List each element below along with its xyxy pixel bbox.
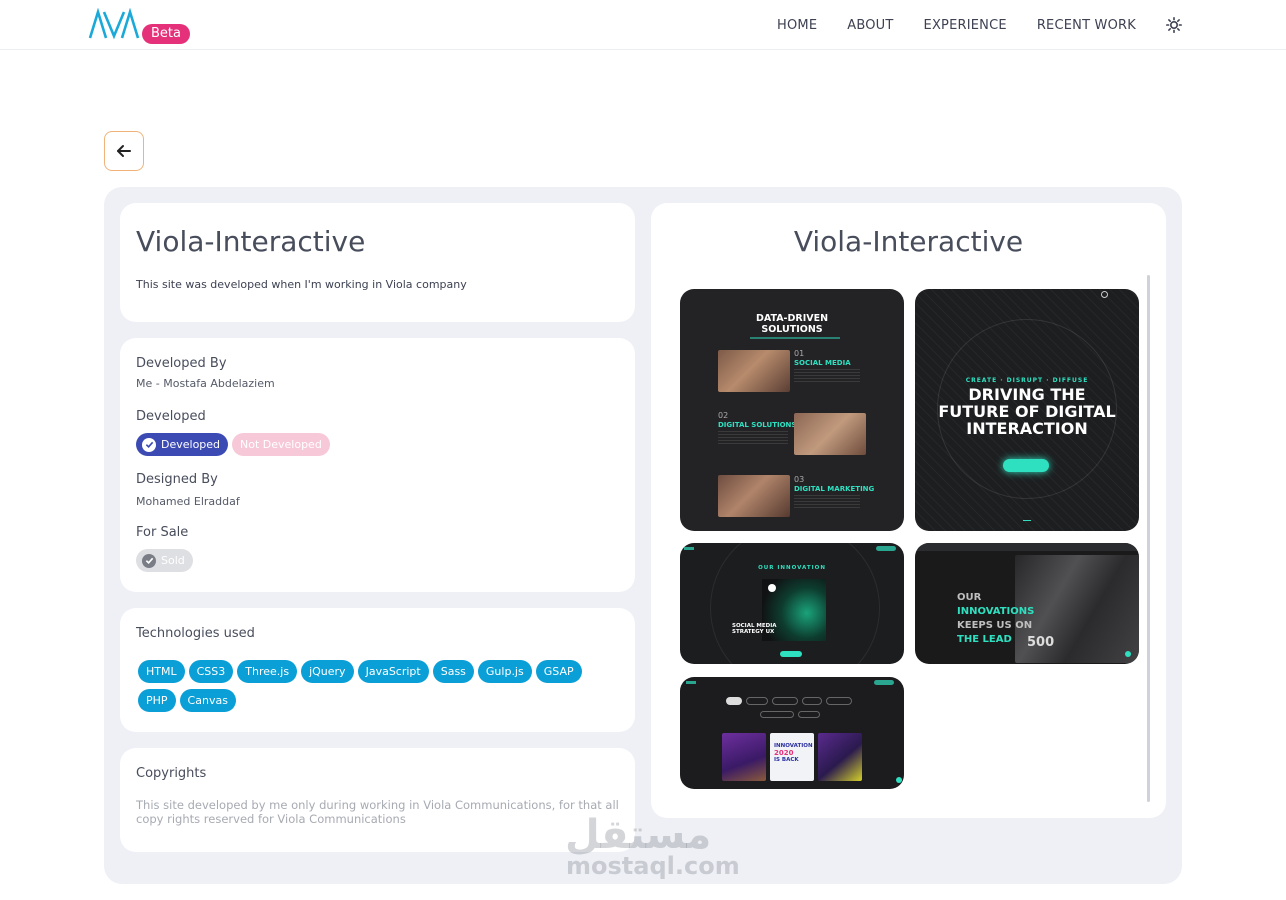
- back-button[interactable]: [104, 131, 144, 171]
- shot4-line4: THE LEAD: [957, 634, 1012, 645]
- copyrights-text: This site developed by me only during wo…: [136, 798, 619, 826]
- shot1-num-3: 03: [794, 475, 805, 484]
- sun-icon[interactable]: [1166, 17, 1182, 33]
- tech-tag[interactable]: HTML: [138, 660, 185, 683]
- screenshot-thumbnail-1[interactable]: DATA-DRIVEN SOLUTIONS 01 SOCIAL MEDIA 02…: [680, 289, 904, 531]
- nav-experience[interactable]: EXPERIENCE: [924, 18, 1007, 33]
- gallery-card: Viola-Interactive DATA-DRIVEN SOLUTIONS …: [651, 203, 1166, 818]
- not-developed-option[interactable]: Not Developed: [232, 433, 330, 456]
- not-developed-option-label: Not Developed: [240, 438, 322, 451]
- tech-tag[interactable]: Gulp.js: [477, 660, 532, 683]
- copyrights-label: Copyrights: [136, 766, 207, 781]
- shot4-line1: OUR: [957, 592, 982, 603]
- tech-tag[interactable]: Canvas: [179, 689, 236, 712]
- tech-tag[interactable]: GSAP: [535, 660, 582, 683]
- sold-option-label: Sold: [161, 554, 185, 567]
- sold-option[interactable]: Sold: [136, 549, 193, 572]
- nav-about[interactable]: ABOUT: [847, 18, 893, 33]
- project-header-card: Viola-Interactive This site was develope…: [120, 203, 635, 322]
- arrow-left-icon: [117, 145, 131, 157]
- project-info-card: Developed By Me - Mostafa Abdelaziem Dev…: [120, 338, 635, 592]
- shot2-tagline: CREATE · DISRUPT · DIFFUSE: [965, 377, 1089, 384]
- beta-badge: Beta: [142, 24, 190, 44]
- for-sale-label: For Sale: [136, 525, 189, 540]
- shot2-line1: DRIVING THE: [968, 385, 1086, 404]
- tech-tag[interactable]: CSS3: [188, 660, 234, 683]
- shot1-service-1: SOCIAL MEDIA: [794, 359, 851, 367]
- tech-tag[interactable]: Three.js: [237, 660, 298, 683]
- designed-by-label: Designed By: [136, 472, 218, 487]
- tech-tag[interactable]: Sass: [432, 660, 474, 683]
- copyrights-card: Copyrights This site developed by me onl…: [120, 748, 635, 852]
- developed-by-value: Me - Mostafa Abdelaziem: [136, 377, 275, 390]
- check-icon: [142, 553, 156, 568]
- shot3-caption-line2: STRATEGY UX: [732, 629, 775, 635]
- shot4-line3: KEEPS US ON: [957, 620, 1033, 631]
- shot4-line2: INNOVATIONS: [957, 606, 1035, 617]
- shot3-title: OUR INNOVATION: [758, 565, 826, 571]
- check-icon: [142, 437, 156, 452]
- tech-tag[interactable]: PHP: [138, 689, 176, 712]
- shot1-service-2: DIGITAL SOLUTIONS: [718, 421, 797, 429]
- shot1-num-2: 02: [718, 411, 729, 420]
- nav-home[interactable]: HOME: [777, 18, 817, 33]
- tech-tag[interactable]: JavaScript: [357, 660, 429, 683]
- nav-recent-work[interactable]: RECENT WORK: [1037, 18, 1136, 33]
- developed-by-label: Developed By: [136, 356, 227, 371]
- designed-by-value: Mohamed Elraddaf: [136, 495, 240, 508]
- screenshot-thumbnail-5[interactable]: INNOVATION 2020 IS BACK: [680, 677, 904, 789]
- gallery-scrollbar[interactable]: [1147, 275, 1150, 802]
- shot2-line3: INTERACTION: [966, 419, 1088, 438]
- shot4-number: 500: [1027, 635, 1055, 650]
- tech-tag[interactable]: jQuery: [301, 660, 354, 683]
- shot1-service-3: DIGITAL MARKETING: [794, 485, 875, 493]
- shot2-line2: FUTURE OF DIGITAL: [938, 402, 1116, 421]
- screenshot-thumbnail-3[interactable]: OUR INNOVATION SOCIAL MEDIA STRATEGY UX: [680, 543, 904, 664]
- developed-option-label: Developed: [161, 438, 221, 451]
- gallery-title: Viola-Interactive: [793, 225, 1024, 258]
- shot5-label3: IS BACK: [774, 757, 799, 763]
- developed-option[interactable]: Developed: [136, 433, 229, 456]
- screenshot-thumbnail-4[interactable]: OUR INNOVATIONS KEEPS US ON THE LEAD 500: [915, 543, 1139, 664]
- project-panel: Viola-Interactive This site was develope…: [104, 187, 1182, 884]
- shot1-heading-line1: DATA-DRIVEN: [755, 313, 829, 324]
- technologies-card: Technologies used HTML CSS3 Three.js jQu…: [120, 608, 635, 732]
- technologies-list: HTML CSS3 Three.js jQuery JavaScript Sas…: [138, 660, 618, 712]
- navbar: Beta HOME ABOUT EXPERIENCE RECENT WORK: [0, 0, 1286, 50]
- developed-label: Developed: [136, 409, 206, 424]
- project-description: This site was developed when I'm working…: [136, 278, 467, 291]
- shot1-num-1: 01: [794, 349, 805, 358]
- shot5-label2: 2020: [774, 749, 794, 757]
- technologies-label: Technologies used: [136, 626, 255, 641]
- screenshot-thumbnail-2[interactable]: CREATE · DISRUPT · DIFFUSE DRIVING THE F…: [915, 289, 1139, 531]
- watermark-latin: mostaql.com: [566, 852, 740, 880]
- shot1-heading-line2: SOLUTIONS: [761, 324, 823, 335]
- project-title: Viola-Interactive: [136, 225, 366, 258]
- logo[interactable]: [88, 8, 140, 40]
- nav-menu: HOME ABOUT EXPERIENCE RECENT WORK: [747, 0, 1182, 50]
